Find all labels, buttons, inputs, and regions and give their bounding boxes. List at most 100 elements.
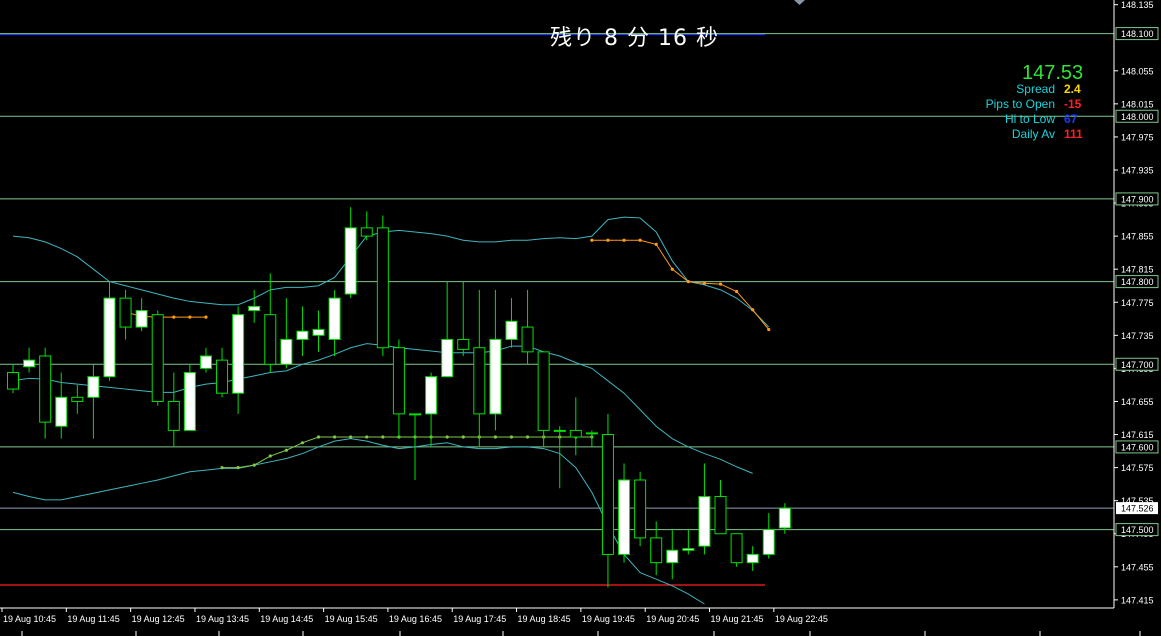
time-tick-label: 19 Aug 11:45 — [67, 614, 119, 624]
trail-orange-dot — [638, 238, 642, 242]
time-tick-label: 19 Aug 15:45 — [325, 614, 378, 624]
candle-body — [183, 372, 196, 431]
candle-body — [232, 314, 245, 394]
band-lower-line — [12, 438, 705, 605]
band-middle-line — [12, 343, 753, 474]
price-axis: 148.135 148.055 148.015 147.975 147.935 147.8… — [0, 0, 1159, 609]
time-tick-label: 19 Aug 14:45 — [260, 614, 313, 624]
candle-body — [730, 533, 743, 564]
candle — [280, 298, 293, 369]
trail-orange-dot — [686, 279, 690, 284]
candle — [714, 479, 727, 535]
candle-body — [473, 347, 486, 415]
level-tag-label: 147.900 — [1121, 194, 1154, 204]
pips-to-open-value: -15 — [1064, 97, 1082, 111]
price-tick-label: 147.775 — [1121, 298, 1154, 308]
trail-orange-dot — [751, 308, 755, 312]
trail-orange-dot — [172, 315, 176, 319]
candle — [473, 289, 486, 447]
price-tick-label: 147.455 — [1121, 562, 1154, 572]
daily-average-value: 111 — [1064, 127, 1083, 141]
level-tag-label: 148.100 — [1121, 29, 1154, 39]
price-tick-label: 147.655 — [1121, 397, 1154, 407]
trail-orange-dot — [654, 242, 658, 246]
candle-body — [199, 355, 212, 369]
candle — [135, 298, 148, 332]
candle — [698, 463, 711, 555]
candle — [71, 384, 84, 414]
price-tick-label: 147.415 — [1121, 595, 1154, 605]
candle — [360, 211, 373, 241]
candle-body — [569, 429, 582, 438]
candle — [601, 413, 614, 588]
candle-body — [23, 359, 36, 368]
candle-body — [392, 347, 405, 415]
trail-orange-dot — [606, 238, 610, 242]
candle-body — [55, 396, 68, 427]
level-tag-label: 147.700 — [1121, 360, 1154, 370]
price-tick-label: 147.575 — [1121, 463, 1154, 473]
time-tick-label: 19 Aug 19:45 — [582, 614, 635, 624]
candle — [103, 281, 116, 381]
trail-orange-dot — [735, 289, 739, 294]
trail-orange-dot — [670, 267, 674, 271]
candle-body — [360, 227, 373, 237]
candle — [119, 289, 132, 340]
candle-body — [666, 549, 679, 564]
pips-to-open-label: Pips to Open — [985, 97, 1055, 111]
candle-body — [264, 314, 277, 365]
time-tick-label: 19 Aug 17:45 — [453, 614, 506, 624]
candle-body — [135, 310, 148, 328]
candle-body — [103, 297, 116, 378]
spread-value: 2.4 — [1064, 82, 1081, 96]
candle-body — [601, 434, 614, 555]
level-tag-label: 147.800 — [1121, 277, 1154, 287]
candle-body — [409, 413, 421, 416]
hi-to-low-value: 67 — [1064, 112, 1078, 126]
trail-green-dot — [300, 441, 305, 445]
candle-body — [698, 496, 711, 547]
trail-green-dot — [525, 435, 530, 439]
time-tick-label: 19 Aug 18:45 — [518, 614, 571, 624]
time-axis: 19 Aug 10:45 19 Aug 11:45 19 Aug 12:45 19 A… — [1, 608, 1141, 636]
trail-orange-dot — [188, 315, 192, 319]
candle — [746, 546, 759, 571]
candle-body — [618, 479, 631, 555]
candle-body — [151, 314, 164, 402]
candle-body — [441, 338, 454, 378]
time-tick-label: 19 Aug 22:45 — [775, 614, 828, 624]
candle-body — [344, 227, 357, 295]
candle — [7, 364, 19, 394]
time-tick-label: 19 Aug 16:45 — [389, 614, 442, 624]
candle-body — [489, 338, 502, 415]
price-tick-label: 147.975 — [1121, 132, 1154, 142]
trail-green-dot — [236, 465, 240, 470]
candle — [199, 347, 212, 373]
candle-body — [762, 529, 775, 555]
price-chart[interactable]: 148.135 148.055 148.015 147.975 147.935 147.8… — [0, 0, 1161, 636]
candle — [585, 430, 598, 447]
candle — [376, 215, 389, 356]
trail-green-dot — [365, 435, 369, 439]
candle — [328, 289, 341, 356]
candle-body — [87, 376, 100, 398]
trail-green-dot — [461, 435, 465, 439]
trail-green-dot — [493, 435, 497, 439]
candle — [216, 347, 229, 398]
candle — [505, 298, 518, 348]
horizontal-levels — [0, 33, 1114, 586]
price-tick-label: 147.815 — [1121, 265, 1154, 275]
hi-to-low-label: Hi to Low — [1004, 112, 1055, 126]
candle — [489, 289, 502, 431]
trail-green-dot — [316, 435, 321, 439]
candle-body — [778, 507, 791, 529]
candle — [762, 513, 775, 559]
price-tick-label: 147.855 — [1121, 232, 1154, 242]
time-tick-label: 19 Aug 10:45 — [3, 614, 56, 624]
candle — [457, 281, 470, 356]
candle-body — [71, 396, 84, 402]
candles — [7, 207, 791, 588]
candle — [521, 289, 534, 365]
candle — [312, 310, 325, 352]
candle-body — [553, 429, 566, 432]
